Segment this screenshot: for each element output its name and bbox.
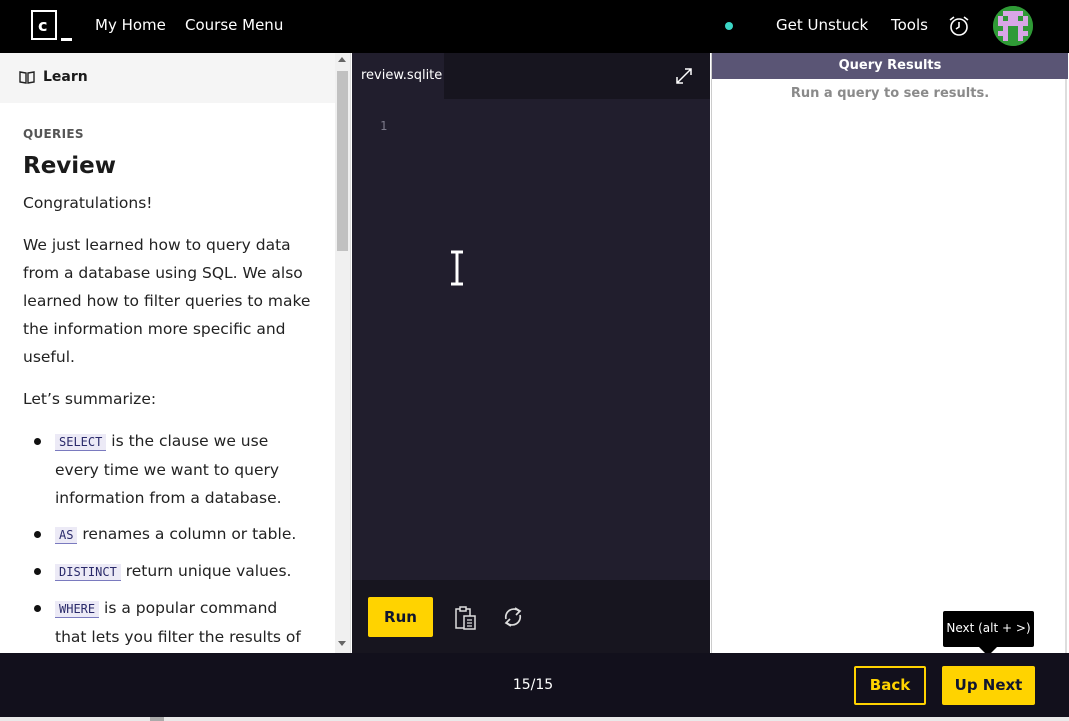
reset-icon[interactable] xyxy=(501,605,525,629)
lesson-progress: 15/15 xyxy=(512,677,554,693)
nav-tools[interactable]: Tools xyxy=(891,16,928,34)
next-tooltip: Next (alt + >) xyxy=(943,611,1034,647)
lesson-paragraph: We just learned how to query data from a… xyxy=(23,236,311,366)
learn-header: Learn xyxy=(0,53,335,103)
query-results-empty-message: Run a query to see results. xyxy=(790,86,990,101)
code-keyword: AS xyxy=(55,527,78,544)
status-dot xyxy=(725,22,733,30)
list-item: WHERE is a popular command that lets you… xyxy=(23,594,313,651)
list-item-text: return unique values. xyxy=(120,562,292,580)
lesson-title: Review xyxy=(23,153,117,179)
list-item-text: renames a column or table. xyxy=(77,525,297,543)
clipboard-icon[interactable] xyxy=(453,605,477,631)
logo-underscore xyxy=(61,38,72,41)
run-button[interactable]: Run xyxy=(368,597,433,637)
list-item: AS renames a column or table. xyxy=(23,520,313,549)
tab-review-sqlite[interactable]: review.sqlite xyxy=(352,53,444,99)
expand-icon[interactable] xyxy=(674,66,694,86)
list-item: DISTINCT return unique values. xyxy=(23,557,313,586)
scroll-down-arrow-icon[interactable] xyxy=(338,641,346,646)
codecademy-logo[interactable]: c xyxy=(31,10,72,42)
nav-my-home[interactable]: My Home xyxy=(95,16,166,34)
query-results-panel: Query Results Run a query to see results… xyxy=(711,53,1068,653)
bottom-bar: 15/15 Back Up Next xyxy=(0,653,1069,717)
window-bottom-edge xyxy=(0,717,1069,721)
text-cursor-icon xyxy=(451,250,463,286)
learn-label: Learn xyxy=(43,69,88,85)
lesson-paragraph: Let’s summarize: xyxy=(23,390,157,408)
line-number: 1 xyxy=(380,119,388,133)
list-item: SELECT is the clause we use every time w… xyxy=(23,427,313,512)
alarm-clock-icon[interactable] xyxy=(947,14,971,38)
back-button[interactable]: Back xyxy=(854,666,926,705)
nav-course-menu[interactable]: Course Menu xyxy=(185,16,283,34)
code-editor[interactable]: review.sqlite 1 Run xyxy=(352,53,710,653)
editor-tab-strip: review.sqlite xyxy=(352,53,710,99)
query-results-header: Query Results xyxy=(712,53,1068,79)
code-keyword: WHERE xyxy=(55,601,100,618)
up-next-button[interactable]: Up Next xyxy=(942,666,1035,705)
horizontal-scroll-thumb[interactable] xyxy=(150,717,164,721)
code-keyword: SELECT xyxy=(55,434,107,451)
lesson-breadcrumb: QUERIES xyxy=(23,127,84,141)
editor-toolbar: Run xyxy=(352,580,710,653)
lesson-paragraph: Congratulations! xyxy=(23,194,153,212)
scroll-up-arrow-icon[interactable] xyxy=(338,57,346,62)
nav-get-unstuck[interactable]: Get Unstuck xyxy=(776,16,868,34)
code-keyword: DISTINCT xyxy=(55,564,121,581)
book-icon xyxy=(19,71,35,84)
learn-scroll-thumb[interactable] xyxy=(337,71,348,251)
summary-list: SELECT is the clause we use every time w… xyxy=(23,427,313,651)
learn-panel: Learn QUERIES Review Congratulations! We… xyxy=(0,53,351,653)
avatar[interactable] xyxy=(993,6,1033,46)
logo-letter: c xyxy=(38,16,48,35)
top-navigation-bar: c My Home Course Menu Get Unstuck Tools xyxy=(0,0,1069,53)
lesson-content: QUERIES Review Congratulations! We just … xyxy=(23,127,313,653)
